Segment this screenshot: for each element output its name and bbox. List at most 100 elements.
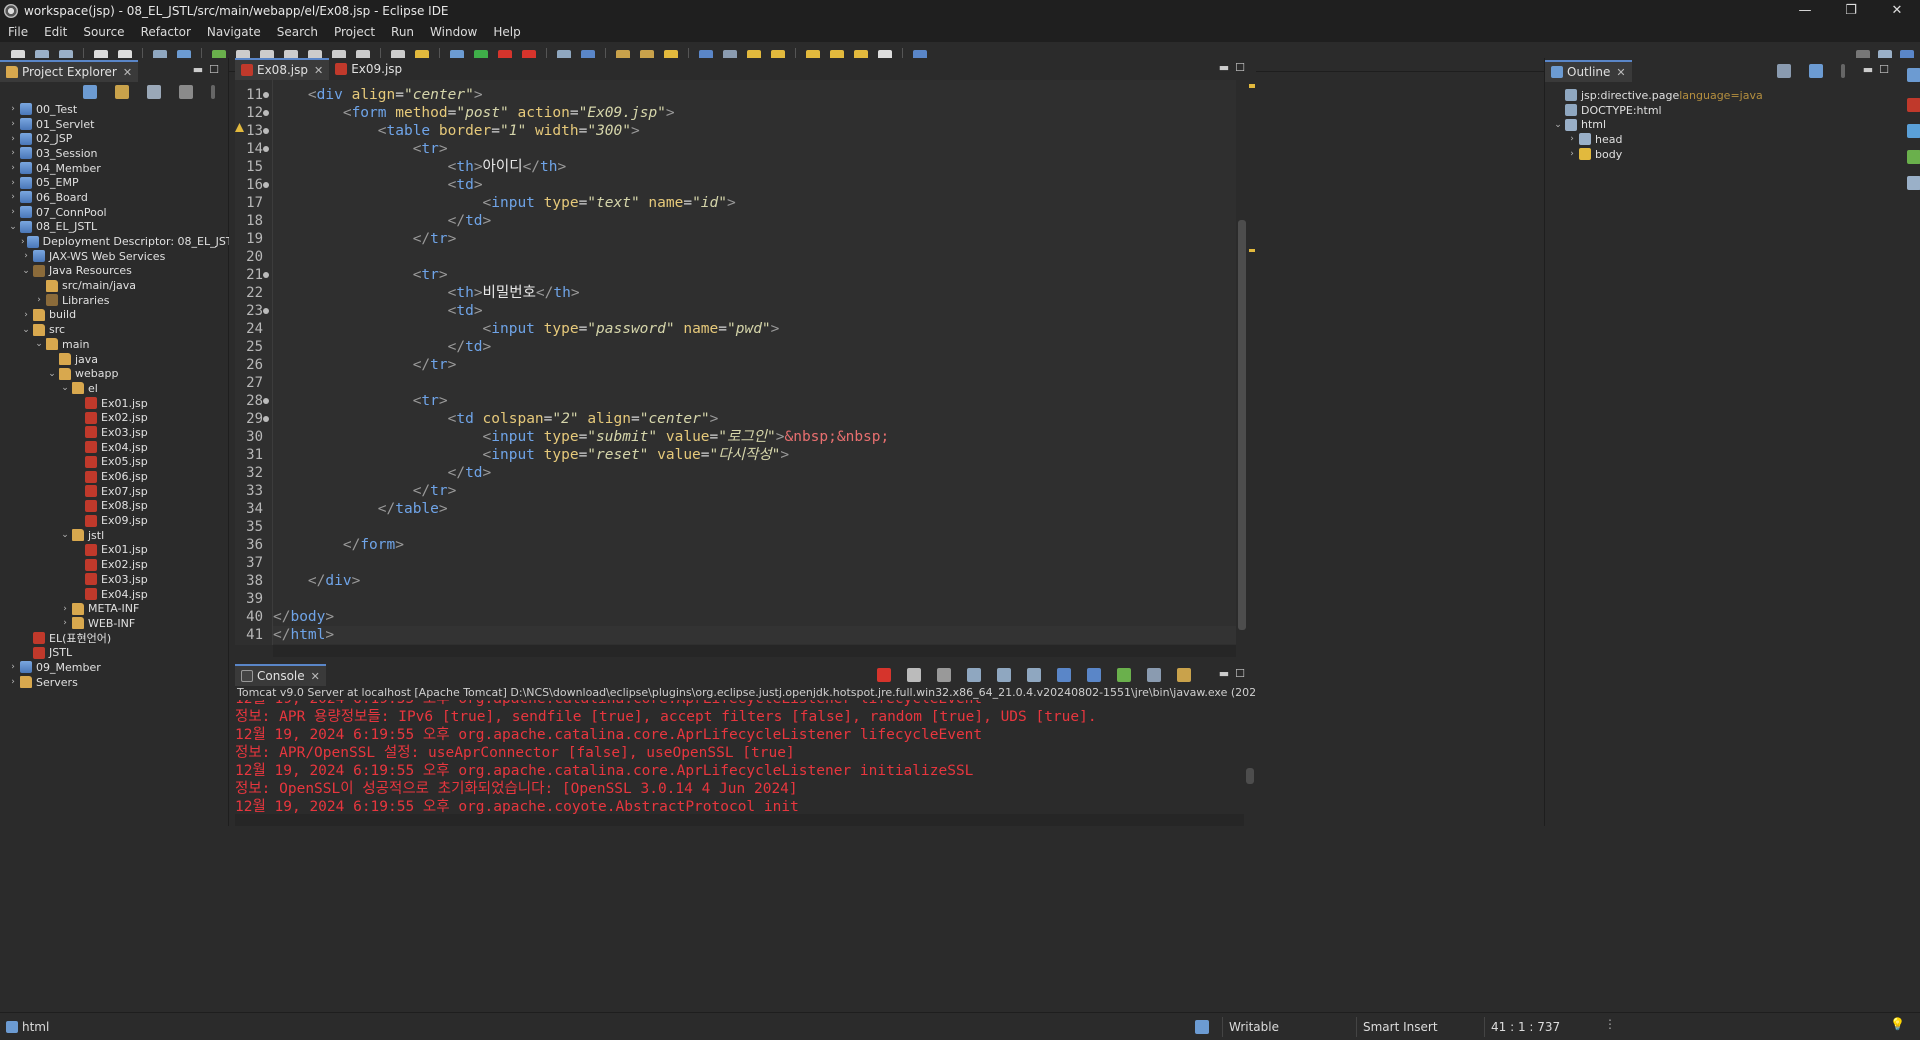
tree-item[interactable]: Ex02.jsp (0, 557, 229, 572)
tree-item[interactable]: Ex05.jsp (0, 455, 229, 470)
hide-fields-icon[interactable] (1777, 64, 1791, 78)
console-output[interactable]: 12월 19, 2024 6:19:55 오후 org.apache.catal… (235, 700, 1245, 820)
chevron-right-icon[interactable]: › (60, 604, 70, 614)
editor-scroll-thumb[interactable] (1238, 220, 1246, 630)
maximize-outline-button[interactable]: ☐ (1876, 63, 1892, 76)
link-with-editor-icon[interactable] (115, 85, 129, 99)
tree-item[interactable]: ⌄ Java Resources (0, 264, 229, 279)
tree-item[interactable]: › Libraries (0, 293, 229, 308)
fold-icon[interactable] (263, 398, 269, 404)
tip-of-day-icon[interactable]: 💡 (1890, 1017, 1905, 1031)
chevron-down-icon[interactable]: ⌄ (60, 530, 70, 540)
view-menu-icon[interactable] (211, 85, 215, 99)
problems-icon[interactable] (1907, 98, 1920, 112)
minimize-button[interactable]: — (1782, 0, 1828, 22)
tree-item[interactable]: › WEB-INF (0, 616, 229, 631)
fold-icon[interactable] (263, 128, 269, 134)
outline-item[interactable]: ⌄ html (1545, 117, 1898, 132)
chevron-right-icon[interactable]: › (8, 207, 18, 217)
minimize-view-button[interactable]: ▬ (190, 63, 206, 76)
tree-item[interactable]: › 04_Member (0, 161, 229, 176)
chevron-right-icon[interactable]: › (1567, 149, 1577, 159)
maximize-button[interactable]: ❐ (1828, 0, 1874, 22)
chevron-right-icon[interactable]: › (8, 148, 18, 158)
menu-source[interactable]: Source (75, 22, 132, 42)
fold-icon[interactable] (263, 182, 269, 188)
tree-item[interactable]: › 03_Session (0, 146, 229, 161)
chevron-down-icon[interactable]: ⌄ (47, 369, 57, 379)
close-icon[interactable]: ✕ (1616, 66, 1625, 79)
tree-item[interactable]: JSTL (0, 645, 229, 660)
chevron-down-icon[interactable]: ⌄ (8, 222, 18, 232)
menu-search[interactable]: Search (269, 22, 326, 42)
tree-item[interactable]: Ex02.jsp (0, 410, 229, 425)
tree-item[interactable]: › META-INF (0, 601, 229, 616)
fold-icon[interactable] (263, 146, 269, 152)
menu-edit[interactable]: Edit (36, 22, 75, 42)
chevron-right-icon[interactable]: › (34, 295, 44, 305)
maximize-console-button[interactable]: ☐ (1232, 667, 1248, 680)
menu-file[interactable]: File (0, 22, 36, 42)
restore-icon[interactable] (1907, 68, 1920, 82)
servers-icon[interactable] (1907, 124, 1920, 138)
view-menu-icon[interactable] (1841, 64, 1845, 78)
open-console-icon[interactable] (1177, 668, 1191, 682)
tree-item[interactable]: Ex09.jsp (0, 513, 229, 528)
tree-item[interactable]: › JAX-WS Web Services (0, 249, 229, 264)
display-console-icon[interactable] (1147, 668, 1161, 682)
fold-icon[interactable] (263, 308, 269, 314)
menu-run[interactable]: Run (383, 22, 422, 42)
tree-item[interactable]: ⌄ 08_EL_JSTL (0, 220, 229, 235)
chevron-right-icon[interactable]: › (8, 677, 18, 687)
editor-tab[interactable]: Ex08.jsp ✕ (235, 58, 330, 80)
tree-item[interactable]: ⌄ src (0, 322, 229, 337)
tree-item[interactable]: Ex04.jsp (0, 440, 229, 455)
overview-marker[interactable] (1249, 249, 1255, 252)
clear-console-icon[interactable] (967, 668, 981, 682)
chevron-right-icon[interactable]: › (8, 662, 18, 672)
menu-navigate[interactable]: Navigate (199, 22, 269, 42)
tree-item[interactable]: src/main/java (0, 278, 229, 293)
tree-item[interactable]: java (0, 352, 229, 367)
tree-item[interactable]: › build (0, 308, 229, 323)
tree-item[interactable]: EL(표현언어) (0, 631, 229, 646)
chevron-right-icon[interactable]: › (1567, 134, 1577, 144)
menu-refactor[interactable]: Refactor (133, 22, 199, 42)
chevron-right-icon[interactable]: › (8, 192, 18, 202)
chevron-down-icon[interactable]: ⌄ (34, 339, 44, 349)
tree-item[interactable]: Ex03.jsp (0, 572, 229, 587)
chevron-right-icon[interactable]: › (8, 178, 18, 188)
filter-icon[interactable] (147, 85, 161, 99)
tree-item[interactable]: ⌄ main (0, 337, 229, 352)
fold-icon[interactable] (263, 92, 269, 98)
remove-launch-icon[interactable] (907, 668, 921, 682)
tree-item[interactable]: › 01_Servlet (0, 117, 229, 132)
tab-console[interactable]: Console ✕ (235, 664, 326, 686)
code-editor[interactable]: 11 <div align="center"> 12 <form method="… (235, 80, 1251, 645)
tree-item[interactable]: Ex03.jsp (0, 425, 229, 440)
chevron-right-icon[interactable]: › (21, 310, 31, 320)
tree-item[interactable]: › 07_ConnPool (0, 205, 229, 220)
menu-window[interactable]: Window (422, 22, 485, 42)
close-icon[interactable]: ✕ (311, 670, 320, 683)
outline-item[interactable]: jsp:directive.page language=java (1545, 88, 1898, 103)
scroll-lock-icon[interactable] (997, 668, 1011, 682)
snippets-icon[interactable] (1907, 176, 1920, 190)
collapse-all-icon[interactable] (83, 85, 97, 99)
console-vertical-scrollbar[interactable] (1244, 700, 1256, 820)
focus-icon[interactable] (179, 85, 193, 99)
tree-item[interactable]: Ex06.jsp (0, 469, 229, 484)
trim-toggle-icon[interactable] (1195, 1020, 1209, 1034)
editor-vertical-scrollbar[interactable] (1236, 80, 1248, 645)
editor-tab[interactable]: Ex09.jsp (329, 58, 408, 80)
tree-item[interactable]: ⌄ el (0, 381, 229, 396)
menu-project[interactable]: Project (326, 22, 383, 42)
close-icon[interactable]: ✕ (123, 66, 132, 79)
show-on-output-icon[interactable] (1057, 668, 1071, 682)
tree-item[interactable]: Ex07.jsp (0, 484, 229, 499)
minimize-console-button[interactable]: ▬ (1216, 667, 1232, 680)
tree-item[interactable]: › 09_Member (0, 660, 229, 675)
chevron-right-icon[interactable]: › (21, 251, 31, 261)
close-icon[interactable]: ✕ (314, 64, 323, 77)
maximize-editor-button[interactable]: ☐ (1232, 61, 1248, 74)
